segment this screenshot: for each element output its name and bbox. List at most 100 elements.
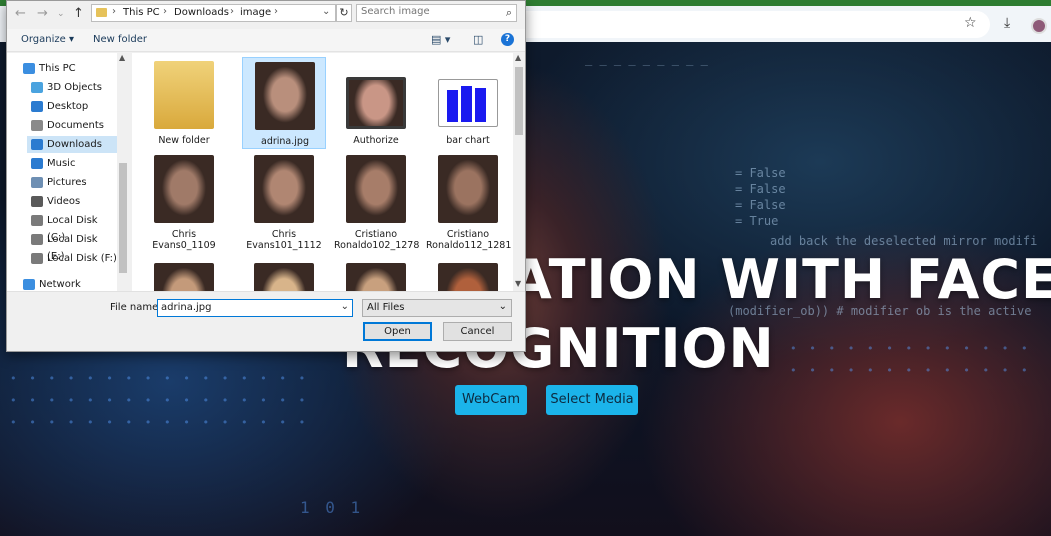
folder-icon xyxy=(96,8,107,17)
background-dots: • • • • • • • • • • • • • • • • xyxy=(10,416,309,429)
file-name-caption: Cristiano Ronaldo102_1278 xyxy=(334,229,420,251)
file-item[interactable] xyxy=(242,259,326,291)
file-type-select[interactable]: All Files ⌄ xyxy=(362,299,512,317)
open-button[interactable]: Open xyxy=(363,322,432,341)
sidebar-item-downloads[interactable]: Downloads xyxy=(27,136,117,153)
organize-label: Organize xyxy=(21,34,66,45)
chart-thumbnail-bar xyxy=(475,88,486,122)
sidebar-item-label: Pictures xyxy=(47,177,87,188)
desktop-icon xyxy=(31,101,43,112)
network-icon xyxy=(23,279,35,290)
file-item[interactable] xyxy=(426,259,510,291)
sidebar-item-label: 3D Objects xyxy=(47,82,103,93)
sidebar-scrollbar[interactable]: ▲ xyxy=(117,53,129,291)
preview-pane-icon[interactable]: ◫ xyxy=(473,33,483,46)
file-item[interactable]: bar chart xyxy=(426,57,510,149)
download-icon[interactable]: ⤓ xyxy=(1004,15,1010,31)
sidebar-item-documents[interactable]: Documents xyxy=(27,117,117,134)
file-name-input[interactable] xyxy=(161,302,333,313)
file-item[interactable]: Cristiano Ronaldo102_1278 xyxy=(334,151,419,251)
refresh-button[interactable]: ↻ xyxy=(336,4,352,22)
code-line: _ _ _ _ _ _ _ _ _ xyxy=(585,52,708,66)
pictures-icon xyxy=(31,177,43,188)
address-bar[interactable] xyxy=(512,11,990,38)
sidebar-item-local-disk-c[interactable]: Local Disk (C:) xyxy=(27,212,117,243)
code-line: = True xyxy=(735,214,779,228)
search-icon: ⌕ xyxy=(505,6,512,19)
chevron-down-icon[interactable]: ⌄ xyxy=(322,6,330,17)
file-item[interactable]: Cristiano Ronaldo112_1281 xyxy=(426,151,511,251)
address-breadcrumb[interactable]: › This PC › Downloads › image › ⌄ xyxy=(91,4,336,22)
star-icon[interactable]: ☆ xyxy=(964,15,977,31)
search-input[interactable] xyxy=(361,6,496,17)
breadcrumb-this-pc[interactable]: This PC xyxy=(123,7,160,18)
file-item[interactable]: Chris Evans101_1112 xyxy=(242,151,326,251)
code-line: add back the deselected mirror modifi xyxy=(770,234,1038,248)
folder-icon xyxy=(154,61,214,129)
file-name-caption: New folder xyxy=(158,135,210,146)
sidebar-item-music[interactable]: Music xyxy=(27,155,117,172)
file-item[interactable]: Chris Evans0_1109 xyxy=(142,151,226,251)
file-name-caption: Cristiano Ronaldo112_1281 xyxy=(426,229,512,251)
file-name-caption: Chris Evans0_1109 xyxy=(152,229,216,251)
search-box[interactable]: ⌕ xyxy=(356,4,517,22)
file-name-caption: Chris Evans101_1112 xyxy=(246,229,322,251)
profile-avatar[interactable] xyxy=(1031,18,1047,34)
background-dots: • • • • • • • • • • • • • xyxy=(790,342,1031,355)
file-item[interactable] xyxy=(142,259,226,291)
file-grid-scroll-thumb[interactable] xyxy=(515,67,523,135)
disk-icon xyxy=(31,234,43,245)
sidebar-item-label: Videos xyxy=(47,196,81,207)
sidebar-item-label: Documents xyxy=(47,120,105,131)
chart-thumbnail-bar xyxy=(461,86,472,122)
dialog-toolbar: Organize ▾ New folder ▤ ▾ ◫ ? xyxy=(7,29,525,52)
new-folder-button[interactable]: New folder xyxy=(93,34,147,45)
cube-icon xyxy=(31,82,43,93)
breadcrumb-downloads[interactable]: Downloads xyxy=(174,7,229,18)
help-icon[interactable]: ? xyxy=(501,33,514,46)
cancel-button[interactable]: Cancel xyxy=(443,322,512,341)
sidebar-item-desktop[interactable]: Desktop xyxy=(27,98,117,115)
chart-thumbnail-bar xyxy=(447,90,458,122)
chevron-down-icon[interactable]: ⌄ xyxy=(57,9,65,19)
file-grid: New folder adrina.jpg Authorize bar chart Ch… xyxy=(132,53,513,291)
file-item[interactable]: adrina.jpg xyxy=(242,57,326,149)
scroll-down-icon[interactable]: ▼ xyxy=(515,279,521,288)
sidebar-item-3d-objects[interactable]: 3D Objects xyxy=(27,79,117,96)
file-item[interactable]: Authorize xyxy=(334,57,418,149)
scroll-up-icon[interactable]: ▲ xyxy=(119,53,125,62)
background-dots: • • • • • • • • • • • • • • • • xyxy=(10,394,309,407)
file-grid-scrollbar[interactable]: ▲ ▼ xyxy=(513,53,525,291)
up-arrow-icon[interactable]: ↑ xyxy=(73,6,84,21)
photo-thumbnail xyxy=(154,155,214,223)
chevron-right-icon: › xyxy=(274,6,278,17)
select-media-button[interactable]: Select Media xyxy=(546,385,638,415)
chevron-right-icon: › xyxy=(230,6,234,17)
scroll-up-icon[interactable]: ▲ xyxy=(515,53,521,62)
sidebar-item-label: Music xyxy=(47,158,76,169)
sidebar-item-this-pc[interactable]: This PC xyxy=(19,60,117,77)
file-name-caption: bar chart xyxy=(446,135,490,146)
sidebar-item-local-disk-e[interactable]: Local Disk (E:) xyxy=(27,231,117,262)
forward-arrow-icon[interactable]: → xyxy=(37,6,48,21)
back-arrow-icon[interactable]: ← xyxy=(15,6,26,21)
sidebar-item-pictures[interactable]: Pictures xyxy=(27,174,117,191)
breadcrumb-image[interactable]: image xyxy=(240,7,271,18)
sidebar-scroll-thumb[interactable] xyxy=(119,163,127,273)
download-arrow-icon xyxy=(31,139,43,150)
navigation-pane: This PC 3D Objects Desktop Documents Downloa… xyxy=(7,53,129,291)
file-item[interactable] xyxy=(334,259,418,291)
file-open-dialog: ← → ⌄ ↑ › This PC › Downloads › image › … xyxy=(6,0,526,352)
sidebar-item-local-disk-f[interactable]: Local Disk (F:) xyxy=(27,250,117,267)
sidebar-item-network[interactable]: Network xyxy=(19,276,117,291)
organize-button[interactable]: Organize ▾ xyxy=(21,34,74,45)
view-options-icon[interactable]: ▤ ▾ xyxy=(431,33,450,46)
file-item[interactable]: New folder xyxy=(142,57,226,149)
photo-thumbnail xyxy=(254,263,314,291)
sidebar-item-videos[interactable]: Videos xyxy=(27,193,117,210)
chevron-down-icon[interactable]: ⌄ xyxy=(341,301,349,312)
file-name-field[interactable]: ⌄ xyxy=(157,299,353,317)
webcam-button[interactable]: WebCam xyxy=(455,385,527,415)
code-line: = False xyxy=(735,182,786,196)
hero-title-line1: ATION WITH FACE xyxy=(510,248,1051,311)
